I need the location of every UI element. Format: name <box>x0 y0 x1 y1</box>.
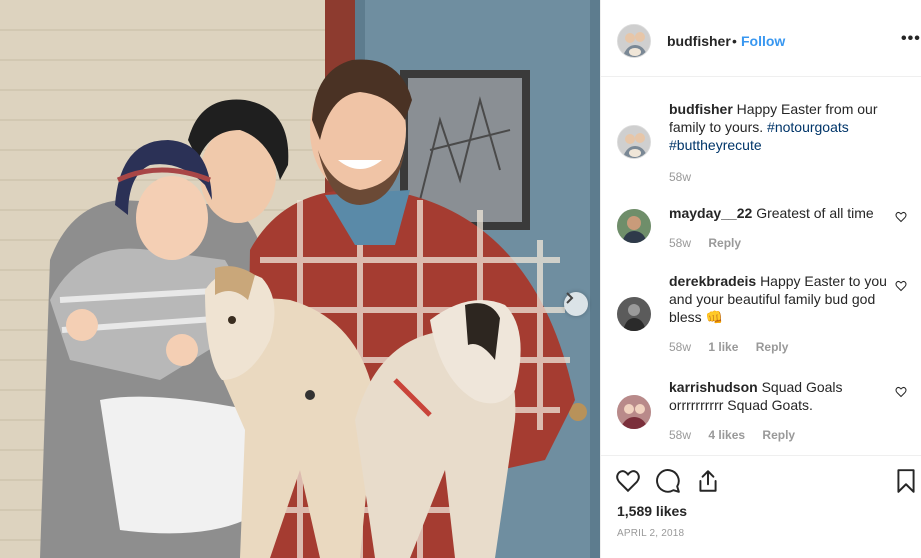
reply-button[interactable]: Reply <box>756 340 789 354</box>
likes-count[interactable]: 1,589 likes <box>617 503 687 519</box>
comments-list[interactable]: budfisher Happy Easter from our family t… <box>601 78 921 454</box>
post-author-username[interactable]: budfisher <box>667 33 731 49</box>
comment-timestamp[interactable]: 58w <box>669 170 691 184</box>
avatar-icon[interactable] <box>617 297 651 331</box>
caption-username[interactable]: budfisher <box>669 101 733 117</box>
post-side-panel: budfisher • Follow ••• budfisher Happy E… <box>600 0 921 558</box>
comment-icon[interactable] <box>655 468 681 494</box>
share-icon[interactable] <box>695 468 721 494</box>
comment-text: derekbradeis Happy Easter to you and you… <box>669 272 889 326</box>
bookmark-icon[interactable] <box>893 468 919 494</box>
comment-message: Greatest of all time <box>756 205 874 221</box>
chevron-right-icon <box>566 292 574 304</box>
carousel-next-button[interactable] <box>564 292 588 316</box>
comment-like-heart-icon[interactable] <box>895 386 907 398</box>
family-with-goats-photo <box>0 0 600 558</box>
comment-text: mayday__22 Greatest of all time <box>669 204 889 222</box>
comment-like-heart-icon[interactable] <box>895 280 907 292</box>
comment-item: mayday__22 Greatest of all time 58w Repl… <box>601 198 921 258</box>
post-header: budfisher • Follow ••• <box>601 0 921 77</box>
comment-username[interactable]: karrishudson <box>669 379 758 395</box>
avatar-icon[interactable] <box>617 125 651 159</box>
comment-username[interactable]: mayday__22 <box>669 205 752 221</box>
comment-text: karrishudson Squad Goals orrrrrrrrrr Squ… <box>669 378 889 414</box>
comment-likes-count[interactable]: 4 likes <box>708 428 745 442</box>
comment-meta: 58w 1 like Reply <box>669 340 802 354</box>
post-photo[interactable] <box>0 0 600 558</box>
comment-timestamp[interactable]: 58w <box>669 428 691 442</box>
heart-icon[interactable] <box>615 468 641 494</box>
reply-button[interactable]: Reply <box>708 236 741 250</box>
comment-timestamp[interactable]: 58w <box>669 236 691 250</box>
post-actions-bar: 1,589 likes APRIL 2, 2018 <box>601 455 921 558</box>
reply-button[interactable]: Reply <box>762 428 795 442</box>
caption-comment: budfisher Happy Easter from our family t… <box>601 78 921 198</box>
comment-meta: 58w Reply <box>669 236 755 250</box>
hashtag-link[interactable]: #buttheyrecute <box>669 137 762 153</box>
more-options-button[interactable]: ••• <box>901 30 921 48</box>
separator-dot: • <box>732 33 737 49</box>
comment-username[interactable]: derekbradeis <box>669 273 756 289</box>
comment-item: karrishudson Squad Goals orrrrrrrrrr Squ… <box>601 376 921 451</box>
caption-meta: 58w <box>669 170 705 184</box>
comment-timestamp[interactable]: 58w <box>669 340 691 354</box>
caption-text: budfisher Happy Easter from our family t… <box>669 100 889 154</box>
comment-item: derekbradeis Happy Easter to you and you… <box>601 266 921 356</box>
comment-meta: 58w 4 likes Reply <box>669 428 809 442</box>
hashtag-link[interactable]: #notourgoats <box>767 119 849 135</box>
avatar-icon[interactable] <box>617 209 651 243</box>
comment-likes-count[interactable]: 1 like <box>708 340 738 354</box>
follow-button[interactable]: Follow <box>741 33 785 49</box>
avatar-icon[interactable] <box>617 395 651 429</box>
comment-like-heart-icon[interactable] <box>895 211 907 223</box>
avatar-icon[interactable] <box>617 24 651 58</box>
post-date[interactable]: APRIL 2, 2018 <box>617 528 684 539</box>
